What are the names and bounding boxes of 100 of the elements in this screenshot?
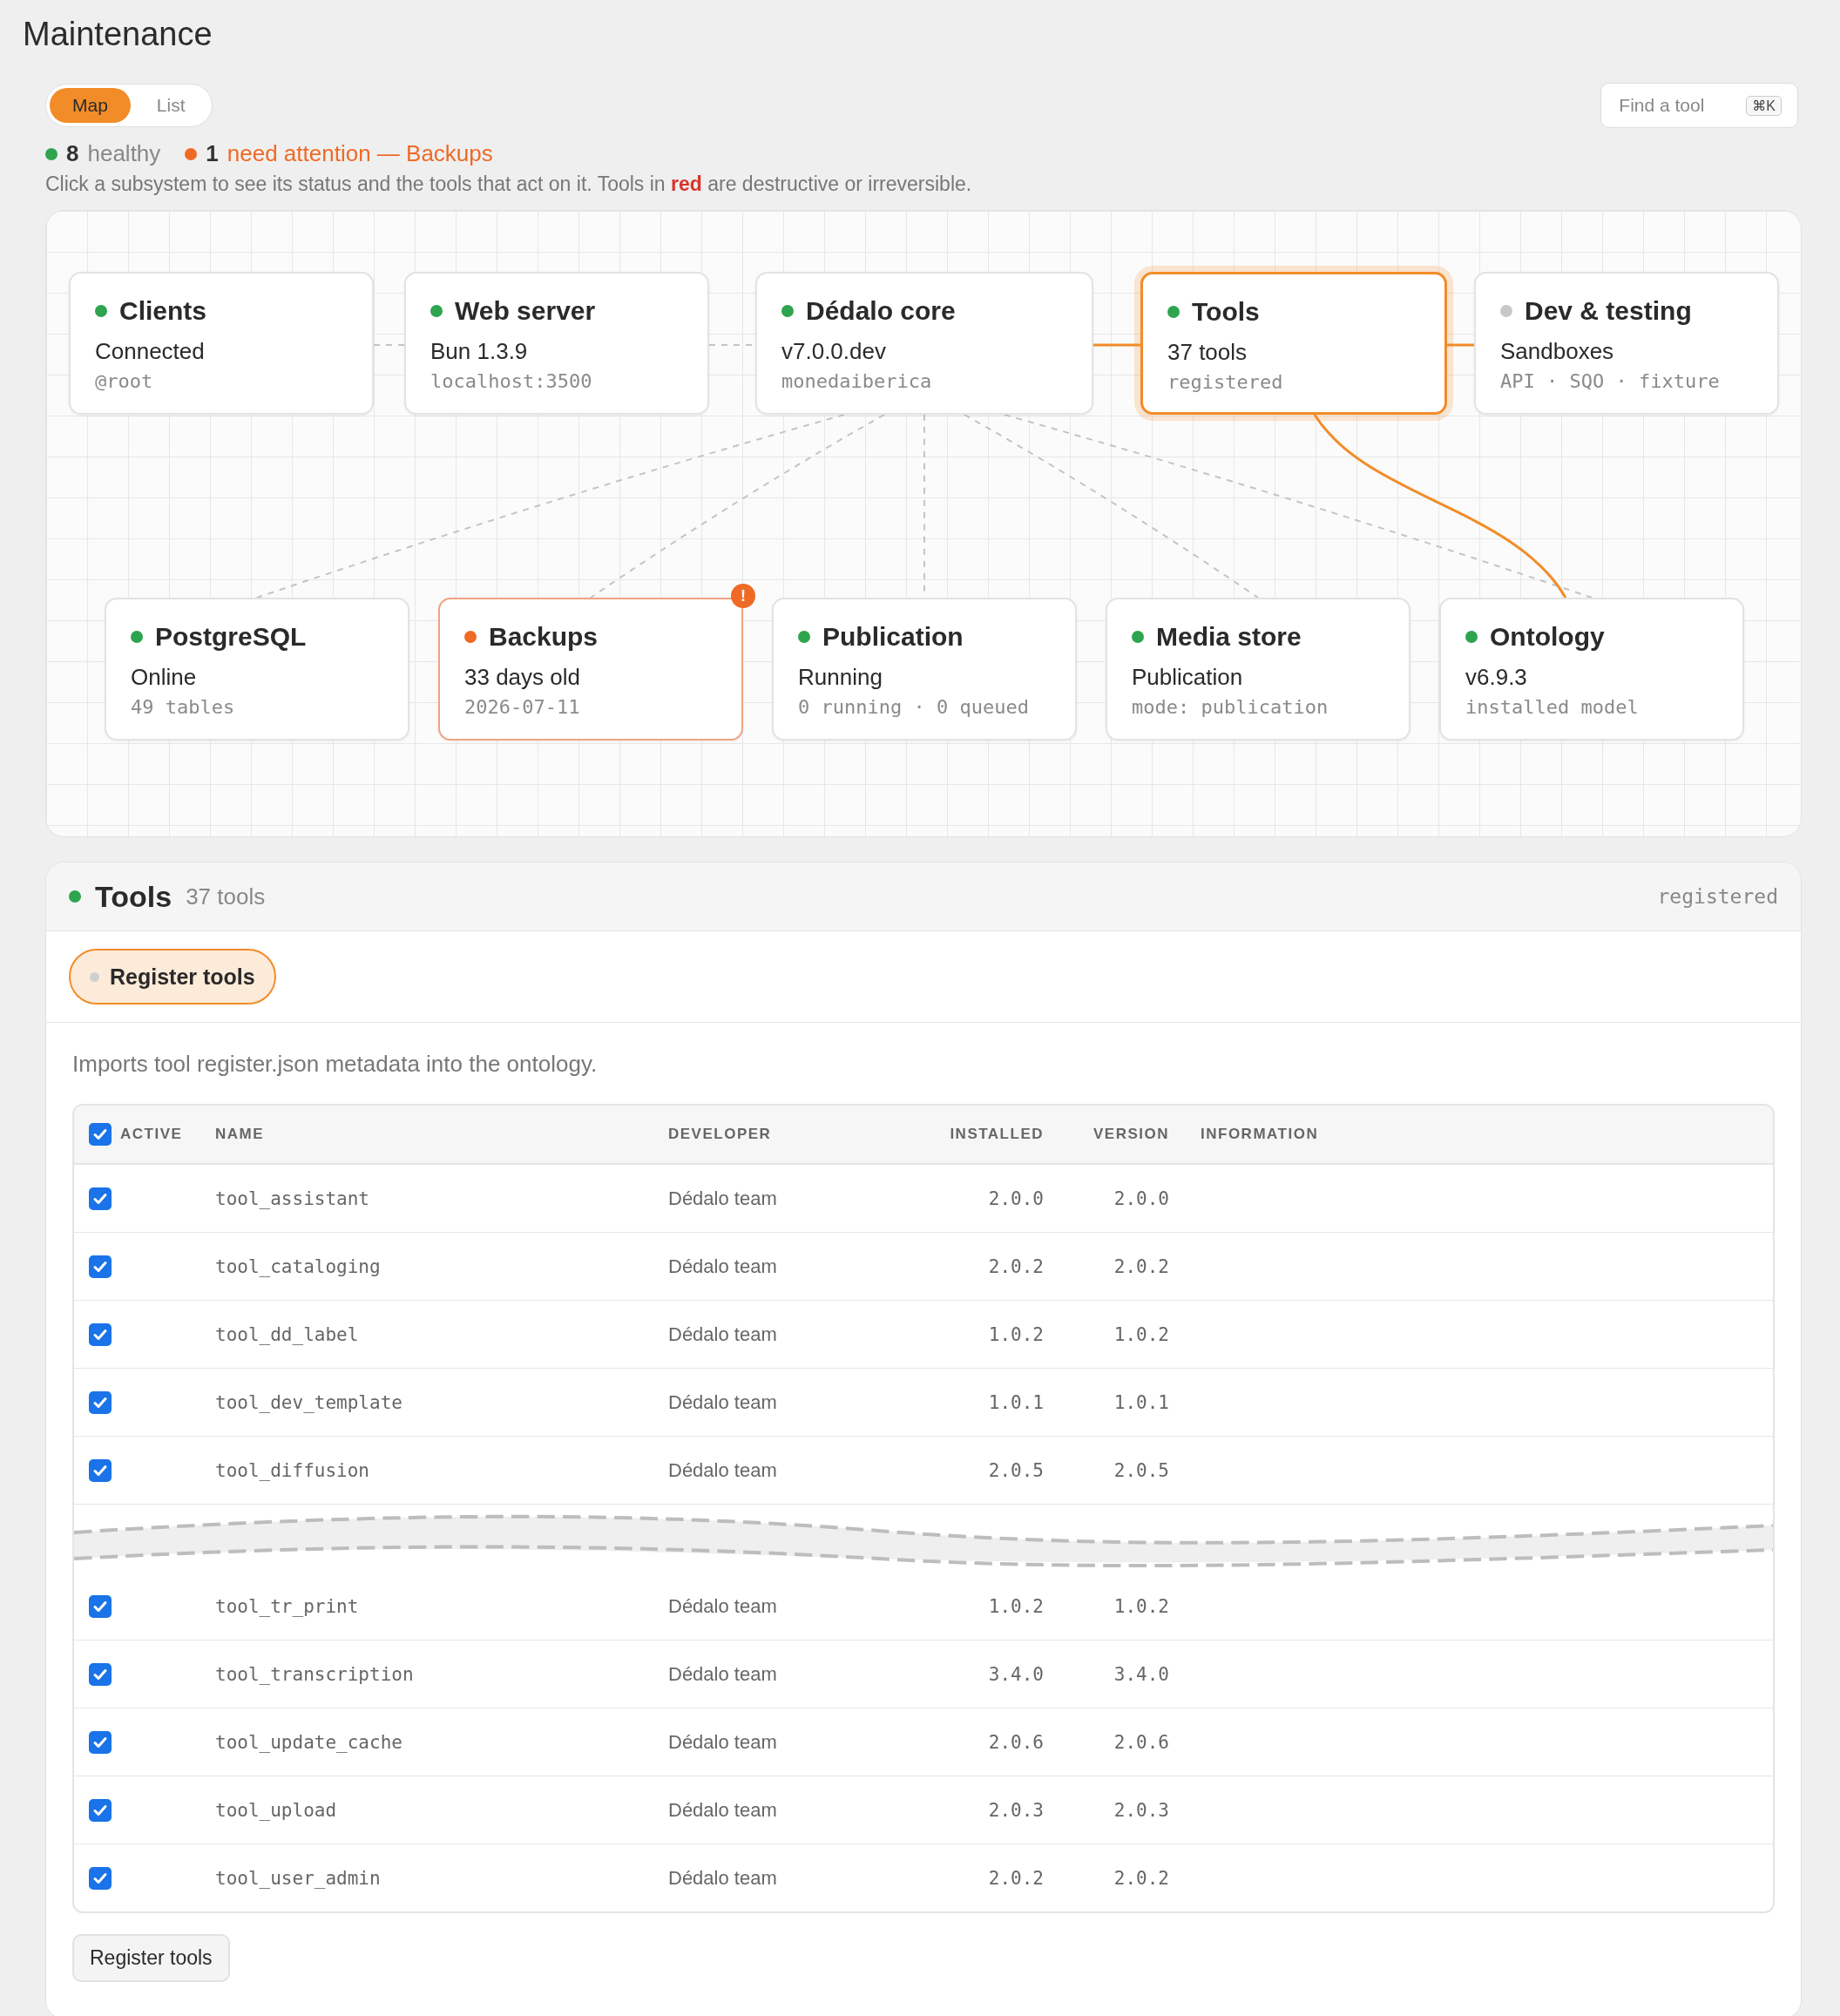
node-title: Publication bbox=[822, 622, 964, 652]
node-title: Ontology bbox=[1490, 622, 1605, 652]
developer-cell-text: Dédalo team bbox=[668, 1662, 778, 1686]
node-detail: 0 running · 0 queued bbox=[798, 696, 1030, 718]
detail-state: registered bbox=[1657, 885, 1778, 908]
column-header: DEVELOPER bbox=[668, 1126, 773, 1143]
developer-cell-text: Dédalo team bbox=[668, 1390, 778, 1414]
subsystem-node[interactable]: Dédalo core v7.0.0.dev monedaiberica bbox=[755, 272, 1093, 415]
register-button[interactable]: Register tools bbox=[72, 1934, 230, 1982]
installed-version: 2.0.2 bbox=[987, 1867, 1044, 1889]
available-version: 2.0.0 bbox=[1113, 1187, 1169, 1209]
tool-name: tool_dd_label bbox=[215, 1323, 360, 1345]
tool-name: tool_assistant bbox=[215, 1187, 370, 1209]
node-value: Bun 1.3.9 bbox=[430, 338, 529, 365]
search-field[interactable]: Find a tool ⌘K bbox=[1600, 83, 1798, 128]
column-header: INFORMATION bbox=[1200, 1126, 1320, 1143]
column-header: VERSION bbox=[1092, 1126, 1169, 1143]
subsystem-node[interactable]: Media store Publication mode: publication bbox=[1106, 598, 1410, 741]
subsystem-node[interactable]: PostgreSQL Online 49 tables bbox=[105, 598, 409, 741]
node-value: Online bbox=[131, 664, 198, 691]
subsystem-node[interactable]: Web server Bun 1.3.9 localhost:3500 bbox=[404, 272, 709, 415]
node-title: Dev & testing bbox=[1525, 296, 1692, 326]
status-dot bbox=[45, 147, 58, 160]
node-value: Connected bbox=[95, 338, 206, 365]
subsystem-node[interactable]: Clients Connected @root bbox=[69, 272, 374, 415]
column-header: NAME bbox=[215, 1126, 266, 1143]
alert-badge: ! bbox=[731, 584, 755, 608]
help-text: Click a subsystem to see its status and the tools that act on it. Tools in red are destructive or irreversible. bbox=[45, 173, 973, 196]
node-detail: localhost:3500 bbox=[430, 370, 593, 392]
healthy-label: healthy bbox=[87, 140, 161, 167]
subsystem-node[interactable]: Dev & testing Sandboxes API · SQO · fixture bbox=[1474, 272, 1779, 415]
node-value: Running bbox=[798, 664, 883, 691]
developer-cell-text: Dédalo team bbox=[668, 1458, 778, 1482]
row-checkbox[interactable] bbox=[89, 1798, 112, 1822]
row-checkbox[interactable] bbox=[89, 1323, 112, 1346]
connector-line bbox=[1093, 343, 1140, 347]
row-checkbox[interactable] bbox=[89, 1730, 112, 1754]
row-checkbox[interactable] bbox=[89, 1390, 112, 1414]
available-version: 1.0.2 bbox=[1113, 1595, 1169, 1617]
node-value: v6.9.3 bbox=[1465, 664, 1528, 691]
node-title: Media store bbox=[1156, 622, 1302, 652]
installed-version: 2.0.2 bbox=[987, 1255, 1044, 1277]
available-version: 2.0.2 bbox=[1113, 1867, 1169, 1889]
node-title: Clients bbox=[119, 296, 207, 326]
installed-version: 3.4.0 bbox=[987, 1663, 1044, 1685]
installed-version: 1.0.2 bbox=[987, 1323, 1044, 1345]
node-detail: 2026-07-11 bbox=[464, 696, 581, 718]
action-description: Imports tool register.json metadata into the ontology. bbox=[72, 1051, 599, 1078]
developer-cell-text: Dédalo team bbox=[668, 1255, 778, 1278]
node-title: Backups bbox=[489, 622, 599, 652]
available-version: 3.4.0 bbox=[1113, 1663, 1169, 1685]
shortcut-key: ⌘K bbox=[1746, 95, 1782, 116]
node-value: v7.0.0.dev bbox=[781, 338, 887, 365]
row-checkbox[interactable] bbox=[89, 1255, 112, 1278]
page-title: Maintenance bbox=[23, 16, 213, 53]
node-detail: @root bbox=[95, 370, 154, 392]
select-all-checkbox[interactable] bbox=[89, 1123, 112, 1146]
tool-name: tool_diffusion bbox=[215, 1459, 370, 1481]
tool-name: tool_upload bbox=[215, 1799, 338, 1821]
connector-line bbox=[373, 344, 405, 346]
developer-cell-text: Dédalo team bbox=[668, 1187, 778, 1210]
row-checkbox[interactable] bbox=[89, 1662, 112, 1686]
detail-title: Tools bbox=[95, 879, 172, 914]
developer-cell-text: Dédalo team bbox=[668, 1594, 778, 1618]
available-version: 2.0.3 bbox=[1113, 1799, 1169, 1821]
tool-name: tool_update_cache bbox=[215, 1731, 403, 1753]
node-detail: API · SQO · fixture bbox=[1500, 370, 1721, 392]
node-value: Publication bbox=[1132, 664, 1244, 691]
subsystem-node[interactable]: Tools 37 tools registered bbox=[1140, 272, 1447, 415]
available-version: 2.0.2 bbox=[1113, 1255, 1169, 1277]
connector-line bbox=[1447, 343, 1474, 347]
node-value: Sandboxes bbox=[1500, 338, 1615, 365]
node-detail: monedaiberica bbox=[781, 370, 933, 392]
node-detail: installed model bbox=[1465, 696, 1640, 718]
tool-name: tool_transcription bbox=[215, 1663, 415, 1685]
action-pill[interactable]: Register tools bbox=[69, 949, 276, 1005]
node-title: Dédalo core bbox=[806, 296, 956, 326]
row-checkbox[interactable] bbox=[89, 1866, 112, 1890]
row-checkbox[interactable] bbox=[89, 1187, 112, 1210]
developer-cell-text: Dédalo team bbox=[668, 1866, 778, 1890]
installed-version: 2.0.5 bbox=[987, 1459, 1044, 1481]
view-tab[interactable]: Map bbox=[50, 88, 131, 123]
node-detail: mode: publication bbox=[1132, 696, 1329, 718]
column-header: ACTIVE bbox=[120, 1126, 183, 1143]
node-title: PostgreSQL bbox=[155, 622, 307, 652]
row-checkbox[interactable] bbox=[89, 1458, 112, 1482]
view-tab[interactable]: List bbox=[133, 88, 208, 123]
attention-count: 1 bbox=[206, 140, 219, 167]
tool-name: tool_tr_print bbox=[215, 1595, 360, 1617]
node-value: 37 tools bbox=[1167, 339, 1248, 366]
node-title: Tools bbox=[1192, 297, 1260, 327]
node-value: 33 days old bbox=[464, 664, 581, 691]
subsystem-node[interactable]: Ontology v6.9.3 installed model bbox=[1439, 598, 1744, 741]
node-detail: 49 tables bbox=[131, 696, 236, 718]
node-detail: registered bbox=[1167, 371, 1284, 393]
healthy-count: 8 bbox=[66, 140, 79, 167]
subsystem-node[interactable]: Publication Running 0 running · 0 queued bbox=[772, 598, 1077, 741]
installed-version: 2.0.3 bbox=[987, 1799, 1044, 1821]
row-checkbox[interactable] bbox=[89, 1594, 112, 1618]
status-dot bbox=[185, 147, 198, 160]
